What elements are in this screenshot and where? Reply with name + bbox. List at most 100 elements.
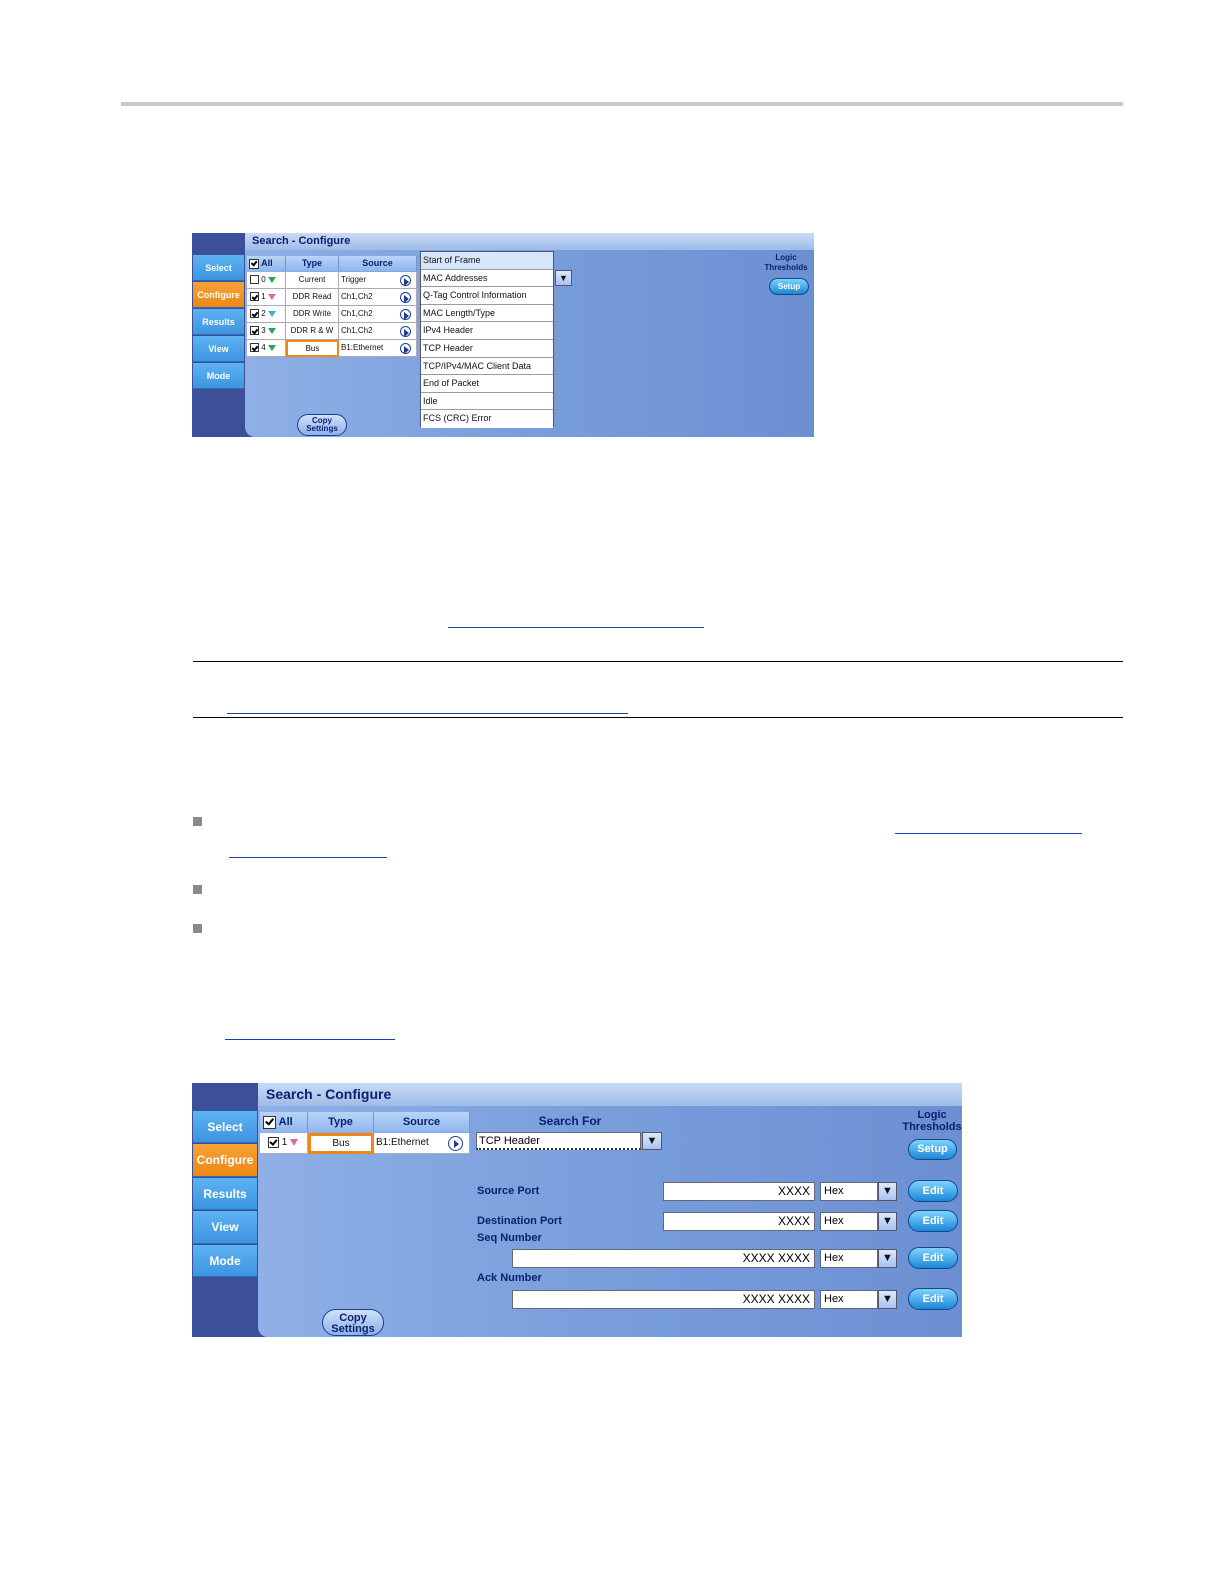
destination-port-input[interactable]: XXXX xyxy=(663,1212,815,1231)
edit-source-port-button[interactable]: Edit xyxy=(908,1180,958,1202)
row-type-selected[interactable]: Bus xyxy=(308,1133,374,1154)
panel-title: Search - Configure xyxy=(258,1083,962,1106)
source-arrow-icon[interactable] xyxy=(400,343,411,355)
col-header-source: Source xyxy=(374,1112,470,1132)
panel-title: Search - Configure xyxy=(245,233,814,250)
row-type-selected[interactable]: Bus xyxy=(286,340,339,357)
marker-pink-icon xyxy=(267,293,276,300)
row-checkbox[interactable] xyxy=(250,275,259,285)
tab-results[interactable]: Results xyxy=(193,309,244,335)
bullet-icon xyxy=(193,924,202,933)
copy-settings-button[interactable]: Copy Settings xyxy=(322,1309,384,1336)
source-arrow-icon[interactable] xyxy=(400,326,411,338)
list-item[interactable]: MAC Length/Type xyxy=(421,304,553,323)
dropdown-arrow-icon[interactable]: ▼ xyxy=(878,1290,897,1309)
tab-select[interactable]: Select xyxy=(193,1111,257,1143)
dropdown-arrow-icon[interactable]: ▼ xyxy=(555,270,572,286)
row-type: DDR R & W xyxy=(286,323,339,340)
row-source: Ch1,Ch2 xyxy=(339,289,417,306)
row-checkbox[interactable] xyxy=(250,343,259,353)
table-row[interactable]: 1 DDR Read Ch1,Ch2 xyxy=(247,289,417,306)
ack-number-input[interactable]: XXXX XXXX xyxy=(512,1290,815,1309)
marker-green-icon xyxy=(267,276,276,283)
row-checkbox[interactable] xyxy=(268,1136,279,1148)
search-for-label: Search For xyxy=(538,1114,602,1128)
tab-view[interactable]: View xyxy=(193,336,244,362)
list-item[interactable]: MAC Addresses xyxy=(421,269,553,288)
bullet-icon xyxy=(193,817,202,826)
destination-port-label: Destination Port xyxy=(477,1215,562,1227)
search-for-select[interactable]: TCP Header xyxy=(476,1132,641,1150)
tab-select[interactable]: Select xyxy=(193,255,244,281)
search-type-list[interactable]: Start of Frame MAC Addresses Q-Tag Contr… xyxy=(420,251,554,428)
col-header-all[interactable]: All xyxy=(247,256,286,271)
row-source: Ch1,Ch2 xyxy=(339,306,417,323)
tab-configure[interactable]: Configure xyxy=(193,1144,257,1177)
destination-port-format-select[interactable]: Hex xyxy=(820,1212,878,1231)
source-arrow-icon[interactable] xyxy=(400,309,411,321)
tab-mode[interactable]: Mode xyxy=(193,1245,257,1277)
row-source: B1:Ethernet xyxy=(339,340,417,357)
list-item[interactable]: TCP/IPv4/MAC Client Data xyxy=(421,357,553,376)
marker-pink-icon xyxy=(290,1138,299,1146)
list-item[interactable]: Q-Tag Control Information xyxy=(421,287,553,305)
dropdown-arrow-icon[interactable]: ▼ xyxy=(642,1132,662,1150)
table-row[interactable]: 1 Bus B1:Ethernet xyxy=(260,1133,470,1154)
seq-number-input[interactable]: XXXX XXXX xyxy=(512,1249,815,1268)
col-header-all[interactable]: All xyxy=(260,1112,308,1132)
list-item[interactable]: FCS (CRC) Error xyxy=(421,410,553,428)
row-checkbox[interactable] xyxy=(250,292,259,302)
ack-number-label: Ack Number xyxy=(477,1272,542,1284)
table-row[interactable]: 3 DDR R & W Ch1,Ch2 xyxy=(247,323,417,340)
table-row[interactable]: 2 DDR Write Ch1,Ch2 xyxy=(247,306,417,323)
row-checkbox[interactable] xyxy=(250,326,259,336)
edit-seq-number-button[interactable]: Edit xyxy=(908,1247,958,1269)
dropdown-arrow-icon[interactable]: ▼ xyxy=(878,1249,897,1268)
select-all-checkbox[interactable] xyxy=(249,258,259,269)
table-row[interactable]: 4 Bus B1:Ethernet xyxy=(247,340,417,357)
marker-cyan-icon xyxy=(267,310,276,317)
row-source: Trigger xyxy=(339,272,417,289)
copy-settings-button[interactable]: Copy Settings xyxy=(297,414,347,436)
source-port-format-select[interactable]: Hex xyxy=(820,1182,878,1201)
row-type: DDR Write xyxy=(286,306,339,323)
setup-button[interactable]: Setup xyxy=(908,1139,957,1160)
dropdown-arrow-icon[interactable]: ▼ xyxy=(878,1182,897,1201)
source-arrow-icon[interactable] xyxy=(448,1136,463,1151)
row-number: 0 xyxy=(261,275,266,284)
edit-ack-number-button[interactable]: Edit xyxy=(908,1288,958,1310)
link-underline xyxy=(895,833,1082,834)
row-number: 3 xyxy=(261,326,266,335)
list-item[interactable]: End of Packet xyxy=(421,375,553,393)
setup-button[interactable]: Setup xyxy=(769,278,809,295)
search-configure-panel-tcp: Search - Configure Select Configure Resu… xyxy=(192,1083,962,1337)
row-checkbox[interactable] xyxy=(250,309,259,319)
table-row[interactable]: 0 Current Trigger xyxy=(247,272,417,289)
tab-configure[interactable]: Configure xyxy=(193,282,244,308)
bullet-icon xyxy=(193,885,202,894)
source-arrow-icon[interactable] xyxy=(400,292,411,304)
tab-view[interactable]: View xyxy=(193,1211,257,1244)
source-port-label: Source Port xyxy=(477,1185,540,1197)
list-item[interactable]: Idle xyxy=(421,392,553,411)
logic-thresholds-label: Logic Thresholds xyxy=(764,253,808,272)
seq-number-format-select[interactable]: Hex xyxy=(820,1249,878,1268)
ack-number-format-select[interactable]: Hex xyxy=(820,1290,878,1309)
edit-destination-port-button[interactable]: Edit xyxy=(908,1210,958,1232)
list-item[interactable]: IPv4 Header xyxy=(421,322,553,340)
tab-results[interactable]: Results xyxy=(193,1178,257,1210)
dropdown-arrow-icon[interactable]: ▼ xyxy=(878,1212,897,1231)
list-item[interactable]: Start of Frame xyxy=(421,252,553,270)
row-source: Ch1,Ch2 xyxy=(339,323,417,340)
source-port-input[interactable]: XXXX xyxy=(663,1182,815,1201)
source-arrow-icon[interactable] xyxy=(400,275,411,287)
row-number: 4 xyxy=(261,343,266,352)
row-number: 1 xyxy=(281,1137,288,1148)
list-item[interactable]: TCP Header xyxy=(421,339,553,358)
link-underline xyxy=(225,1039,395,1040)
seq-number-label: Seq Number xyxy=(477,1232,542,1244)
tab-mode[interactable]: Mode xyxy=(193,363,244,389)
select-all-checkbox[interactable] xyxy=(263,1115,276,1129)
all-label: All xyxy=(278,1116,293,1128)
link-underline xyxy=(227,713,628,714)
